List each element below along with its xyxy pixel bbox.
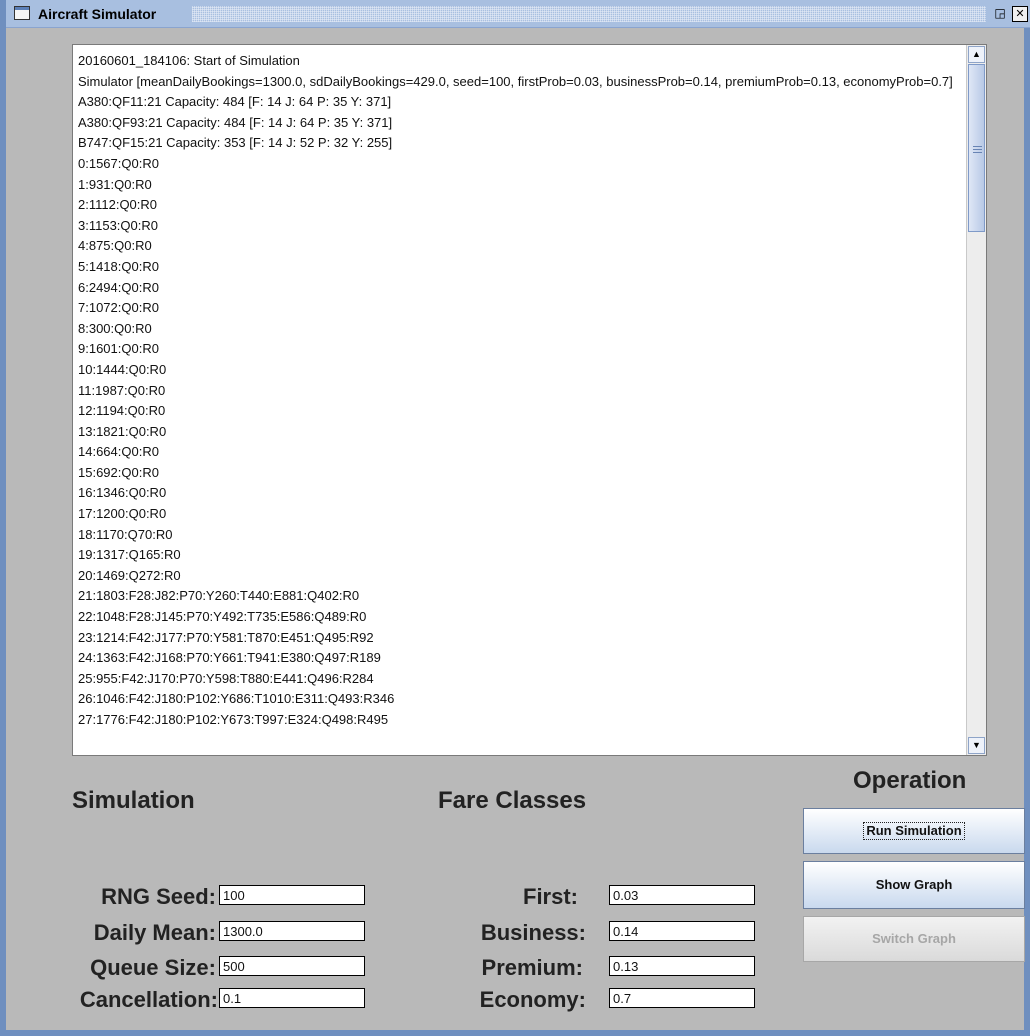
economy-input[interactable] [609,988,755,1008]
scroll-grip-icon [973,146,982,147]
show-graph-button[interactable]: Show Graph [803,861,1025,909]
rng-seed-label: RNG Seed: [101,884,216,909]
rng-seed-input[interactable] [219,885,365,905]
title-bar[interactable]: Aircraft Simulator ◲ ✕ [6,0,1030,28]
scroll-down-icon[interactable]: ▼ [968,737,985,754]
daily-mean-input[interactable] [219,921,365,941]
queue-size-input[interactable] [219,956,365,976]
switch-graph-button[interactable]: Switch Graph [803,916,1025,962]
operation-heading: Operation [853,767,967,794]
premium-label: Premium: [481,955,583,980]
cancellation-label: Cancellation: [79,987,218,1012]
run-simulation-label: Run Simulation [863,822,965,840]
scroll-thumb[interactable] [968,64,985,232]
simulation-log[interactable]: 20160601_184106: Start of Simulation Sim… [78,51,961,751]
close-icon[interactable]: ✕ [1012,6,1028,22]
economy-label: Economy: [479,987,586,1012]
log-text-area[interactable]: 20160601_184106: Start of Simulation Sim… [72,44,987,756]
business-label: Business: [480,920,586,945]
queue-size-label: Queue Size: [90,955,216,980]
app-window: Aircraft Simulator ◲ ✕ 20160601_184106: … [0,0,1030,1036]
log-scrollbar[interactable]: ▲ ▼ [966,45,986,755]
title-bar-grip[interactable] [192,6,986,22]
run-simulation-button[interactable]: Run Simulation [803,808,1025,854]
business-input[interactable] [609,921,755,941]
first-input[interactable] [609,885,755,905]
restore-icon[interactable]: ◲ [992,6,1008,22]
cancellation-input[interactable] [219,988,365,1008]
window-icon [14,6,30,20]
simulation-heading: Simulation [72,787,195,814]
first-label: First: [523,884,578,909]
window-title: Aircraft Simulator [38,6,157,22]
daily-mean-label: Daily Mean: [93,920,216,945]
scroll-up-icon[interactable]: ▲ [968,46,985,63]
premium-input[interactable] [609,956,755,976]
fare-classes-heading: Fare Classes [438,787,587,814]
